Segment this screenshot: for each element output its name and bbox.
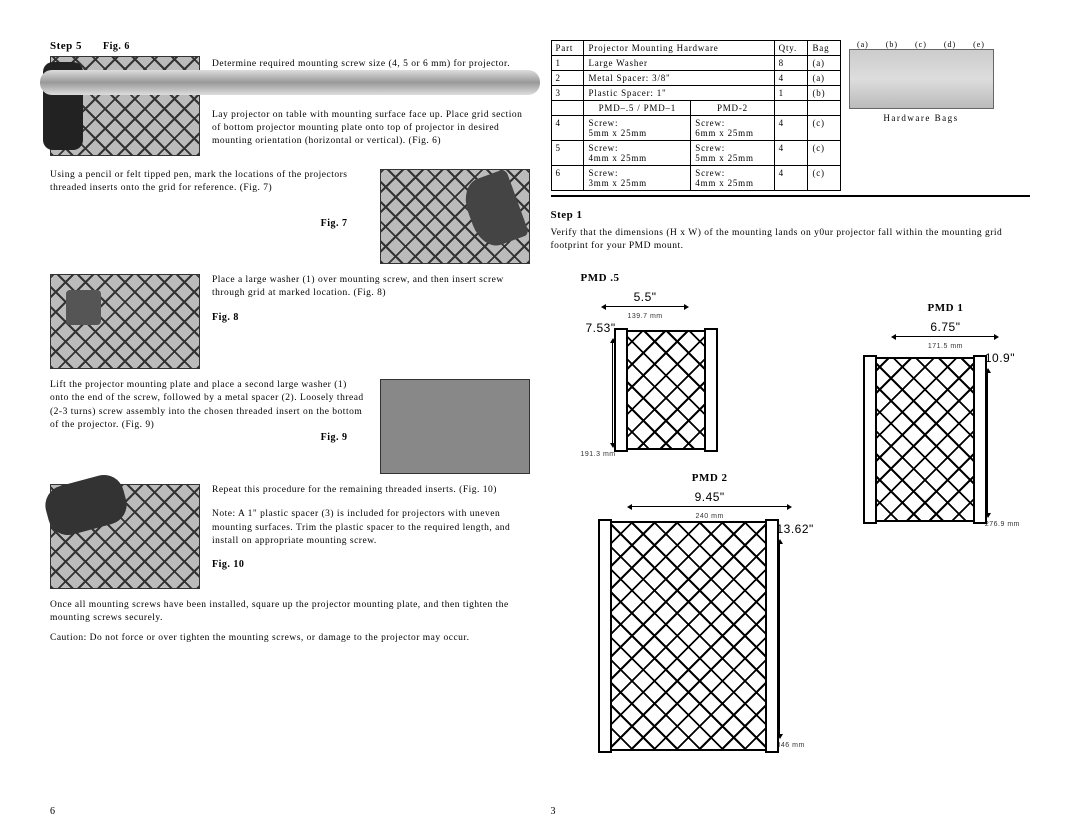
fig10-label: Fig. 10 bbox=[212, 559, 530, 570]
step5-header-block: Step 5 Fig. 6 bbox=[50, 40, 200, 159]
pmd2-w: 9.45" bbox=[695, 490, 725, 504]
page-num-3: 3 bbox=[551, 806, 556, 817]
page-6: Step 5 Fig. 6 Determine required mountin… bbox=[40, 40, 541, 819]
pmd1-w-mm: 171.5 mm bbox=[928, 343, 963, 350]
table-row: 5Screw: 4mm x 25mmScrew: 5mm x 25mm4(c) bbox=[551, 141, 840, 166]
th-hw: Projector Mounting Hardware bbox=[584, 41, 774, 56]
para4: Place a large washer (1) over mounting s… bbox=[212, 274, 530, 301]
pmd05-h-mm: 191.3 mm bbox=[581, 451, 616, 458]
para8: Once all mounting screws have been insta… bbox=[50, 599, 530, 626]
fig8-image bbox=[50, 274, 200, 369]
fig7-image bbox=[380, 169, 530, 264]
pmd05-w: 5.5" bbox=[634, 290, 657, 304]
hw-caption: Hardware Bags bbox=[849, 113, 994, 123]
pmd05-label: PMD .5 bbox=[581, 272, 710, 284]
fig8-label: Fig. 8 bbox=[212, 312, 530, 323]
step5-label: Step 5 bbox=[50, 40, 82, 52]
table-row: 6Screw: 3mm x 25mmScrew: 4mm x 25mm4(c) bbox=[551, 166, 840, 191]
fig9-label: Fig. 9 bbox=[50, 432, 368, 443]
table-subheader: PMD–.5 / PMD–1PMD-2 bbox=[551, 101, 840, 116]
pmd1-h: 10.9" bbox=[985, 351, 1015, 365]
para7: Note: A 1" plastic spacer (3) is include… bbox=[212, 508, 530, 548]
fig7-label: Fig. 7 bbox=[50, 218, 368, 229]
pmd2-diagram: PMD 2 9.45" 240 mm 13.62" 346 mm bbox=[606, 472, 814, 751]
pmd05-h: 7.53" bbox=[586, 321, 616, 335]
parts-table: Part Projector Mounting Hardware Qty. Ba… bbox=[551, 40, 841, 191]
hardware-bags-image bbox=[849, 49, 994, 109]
pmd05-diagram: PMD .5 5.5" 139.7 mm 7.53" 191.3 mm bbox=[581, 272, 710, 459]
pmd05-grid bbox=[622, 330, 710, 450]
step1-text: Verify that the dimensions (H x W) of th… bbox=[551, 227, 1031, 254]
pmd1-h-mm: 276.9 mm bbox=[985, 521, 1020, 528]
pmd05-w-mm: 139.7 mm bbox=[628, 313, 663, 320]
th-qty: Qty. bbox=[774, 41, 808, 56]
para-block-67: Repeat this procedure for the remaining … bbox=[212, 484, 530, 570]
para3: Using a pencil or felt tipped pen, mark … bbox=[50, 169, 368, 196]
pmd2-label: PMD 2 bbox=[606, 472, 814, 484]
para2: Lay projector on table with mounting sur… bbox=[212, 109, 530, 149]
fig9-image bbox=[380, 379, 530, 474]
th-bag: Bag bbox=[808, 41, 840, 56]
hardware-bags-block: (a) (b) (c) (d) (e) Hardware Bags bbox=[849, 40, 994, 123]
para-block-3: Using a pencil or felt tipped pen, mark … bbox=[50, 169, 368, 229]
page-num-6: 6 bbox=[50, 806, 55, 817]
th-part: Part bbox=[551, 41, 584, 56]
fig6-label: Fig. 6 bbox=[103, 41, 130, 52]
step1-label: Step 1 bbox=[551, 209, 1031, 221]
pmd1-w: 6.75" bbox=[930, 320, 960, 334]
pmd2-grid bbox=[606, 521, 771, 751]
para-block-5: Lift the projector mounting plate and pl… bbox=[50, 379, 368, 443]
table-row: 3Plastic Spacer: 1"1(b) bbox=[551, 86, 840, 101]
para6: Repeat this procedure for the remaining … bbox=[212, 484, 530, 497]
pmd2-w-mm: 240 mm bbox=[696, 513, 724, 520]
pmd1-grid bbox=[871, 357, 979, 522]
para-block-4: Place a large washer (1) over mounting s… bbox=[212, 274, 530, 323]
para5: Lift the projector mounting plate and pl… bbox=[50, 379, 368, 432]
table-row: 4Screw: 5mm x 25mmScrew: 6mm x 25mm4(c) bbox=[551, 116, 840, 141]
pmd2-h-mm: 346 mm bbox=[777, 742, 805, 749]
fig10-image bbox=[50, 484, 200, 589]
pmd2-h: 13.62" bbox=[777, 522, 814, 536]
pmd1-label: PMD 1 bbox=[871, 302, 1020, 314]
page-3: Part Projector Mounting Hardware Qty. Ba… bbox=[541, 40, 1041, 819]
pmd1-diagram: PMD 1 6.75" 171.5 mm 10.9" 276.9 mm bbox=[871, 302, 1020, 529]
table-row: 1Large Washer8(a) bbox=[551, 56, 840, 71]
bag-label-row: (a) (b) (c) (d) (e) bbox=[849, 40, 994, 49]
table-row: 2Metal Spacer: 3/8"4(a) bbox=[551, 71, 840, 86]
para9: Caution: Do not force or over tighten th… bbox=[50, 632, 530, 645]
